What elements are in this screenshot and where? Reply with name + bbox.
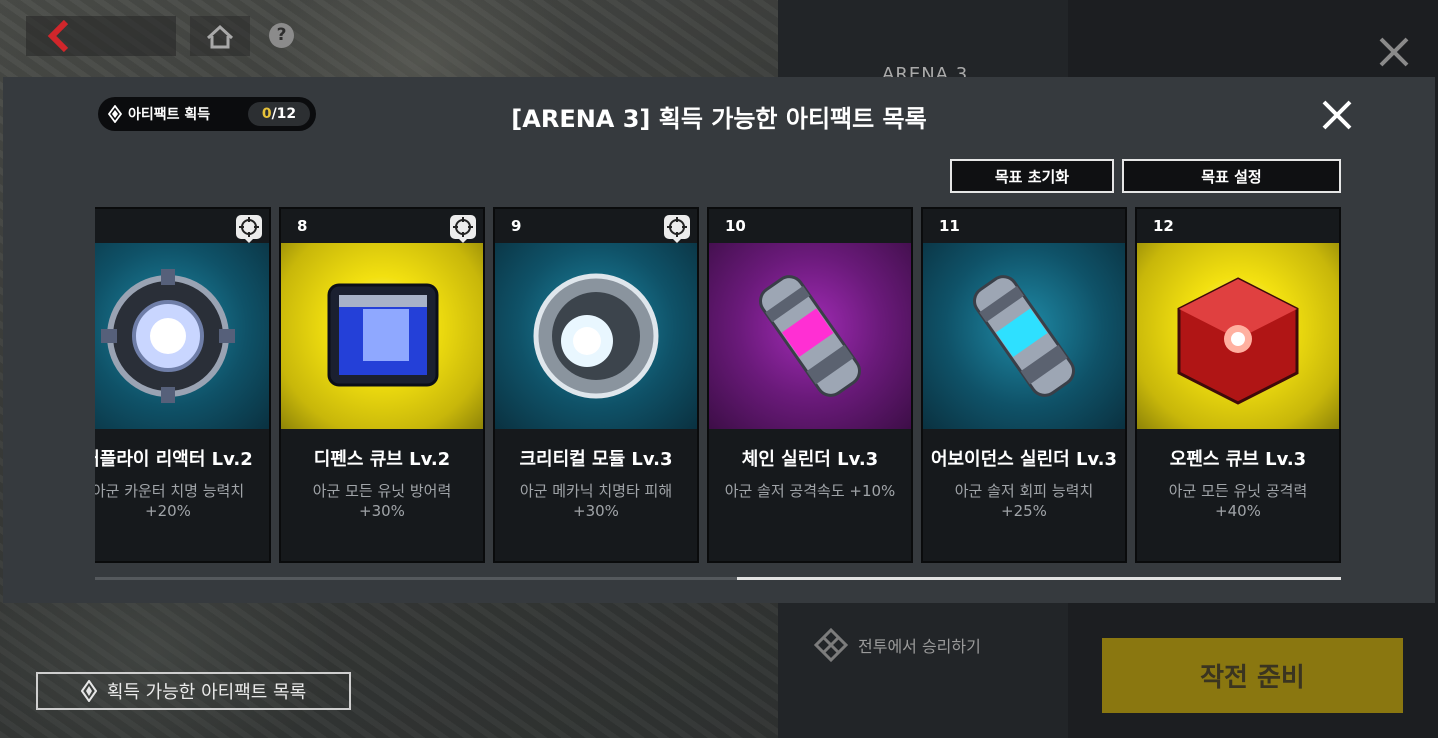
artifact-name: 어보이던스 실린더 Lv.3 <box>930 449 1118 470</box>
crossed-swords-icon <box>814 628 848 662</box>
artifact-card[interactable]: 8 디펜스 큐브 Lv.2 아군 모든 유닛 방어력 +30% <box>279 207 485 563</box>
artifact-effect: 아군 모든 유닛 공격력 +40% <box>1137 481 1339 521</box>
artifact-effect: 아군 카운터 치명 능력치 +20% <box>95 481 269 521</box>
artifact-card[interactable]: 12 오펜스 큐브 Lv.3 아군 모든 유닛 공격력 +40% <box>1135 207 1341 563</box>
artifact-effect-line2: +30% <box>359 502 405 520</box>
artifact-image <box>709 243 911 429</box>
artifact-image <box>495 243 697 429</box>
target-goal-icon[interactable] <box>449 214 477 244</box>
artifact-card[interactable]: 9 크리티컬 모듈 Lv.3 아군 메카닉 치명타 피해 +30% <box>493 207 699 563</box>
carousel-scrollbar-thumb[interactable] <box>737 577 1341 580</box>
artifact-list-modal: 아티팩트 획득 0/12 [ARENA 3] 획득 가능한 아티팩트 목록 목표… <box>3 77 1435 603</box>
artifact-name: 디펜스 큐브 Lv.2 <box>313 449 451 470</box>
artifact-name: 커플라이 리액터 Lv.2 <box>95 449 253 470</box>
home-button[interactable] <box>190 16 250 56</box>
home-icon <box>206 24 234 49</box>
artifact-effect-line1: 아군 솔저 공격속도 +10% <box>724 482 896 500</box>
artifact-effect: 아군 모든 유닛 방어력 +30% <box>281 481 483 521</box>
artifact-card[interactable]: 커플라이 리액터 Lv.2 아군 카운터 치명 능력치 +20% <box>95 207 271 563</box>
screen-close-icon[interactable] <box>1378 36 1410 68</box>
carousel-scrollbar[interactable] <box>95 577 1341 580</box>
artifact-number: 8 <box>297 217 308 235</box>
artifact-effect-line2: +25% <box>1001 502 1047 520</box>
set-goal-button[interactable]: 목표 설정 <box>1122 159 1341 193</box>
artifact-effect: 아군 메카닉 치명타 피해 +30% <box>495 481 697 521</box>
artifact-effect-line2: +20% <box>145 502 191 520</box>
artifact-effect-line1: 아군 모든 유닛 방어력 <box>312 482 452 500</box>
artifact-effect: 아군 솔저 회피 능력치 +25% <box>923 481 1125 521</box>
artifact-effect-line1: 아군 카운터 치명 능력치 <box>95 482 245 500</box>
artifact-carousel[interactable]: 커플라이 리액터 Lv.2 아군 카운터 치명 능력치 +20% 8 디펜스 큐브 Lv… <box>95 207 1343 567</box>
artifact-number: 12 <box>1153 217 1174 235</box>
artifact-diamond-icon <box>80 680 97 702</box>
artifact-name: 오펜스 큐브 Lv.3 <box>1169 449 1307 470</box>
artifact-card[interactable]: 11 어보이던스 실린더 Lv.3 아군 솔저 회피 능력치 +25% <box>921 207 1127 563</box>
artifact-number: 9 <box>511 217 522 235</box>
help-icon[interactable]: ? <box>269 23 294 48</box>
artifact-image <box>923 243 1125 429</box>
win-condition-text: 전투에서 승리하기 <box>858 637 981 656</box>
prepare-operation-button[interactable]: 작전 준비 <box>1102 638 1403 713</box>
artifact-effect-line1: 아군 모든 유닛 공격력 <box>1168 482 1308 500</box>
artifact-effect-line1: 아군 솔저 회피 능력치 <box>954 482 1094 500</box>
artifact-image <box>95 243 269 429</box>
artifact-name: 크리티컬 모듈 Lv.3 <box>519 449 673 470</box>
artifact-list-button[interactable]: 획득 가능한 아티팩트 목록 <box>36 672 351 710</box>
artifact-number: 11 <box>939 217 960 235</box>
artifact-number: 10 <box>725 217 746 235</box>
artifact-card[interactable]: 10 체인 실린더 Lv.3 아군 솔저 공격속도 +10% <box>707 207 913 563</box>
back-arrow-icon[interactable] <box>44 20 74 52</box>
artifact-list-button-label: 획득 가능한 아티팩트 목록 <box>106 682 307 703</box>
artifact-effect-line2: +40% <box>1215 502 1261 520</box>
reset-goal-button[interactable]: 목표 초기화 <box>950 159 1114 193</box>
artifact-image <box>1137 243 1339 429</box>
target-goal-icon[interactable] <box>235 214 263 244</box>
artifact-effect-line1: 아군 메카닉 치명타 피해 <box>519 482 673 500</box>
artifact-effect-line2: +30% <box>573 502 619 520</box>
artifact-image <box>281 243 483 429</box>
artifact-name: 체인 실린더 Lv.3 <box>741 449 879 470</box>
modal-close-icon[interactable] <box>1321 99 1353 131</box>
win-condition: 전투에서 승리하기 <box>814 628 981 662</box>
artifact-effect: 아군 솔저 공격속도 +10% <box>709 481 911 501</box>
modal-title: [ARENA 3] 획득 가능한 아티팩트 목록 <box>511 105 927 133</box>
target-goal-icon[interactable] <box>663 214 691 244</box>
